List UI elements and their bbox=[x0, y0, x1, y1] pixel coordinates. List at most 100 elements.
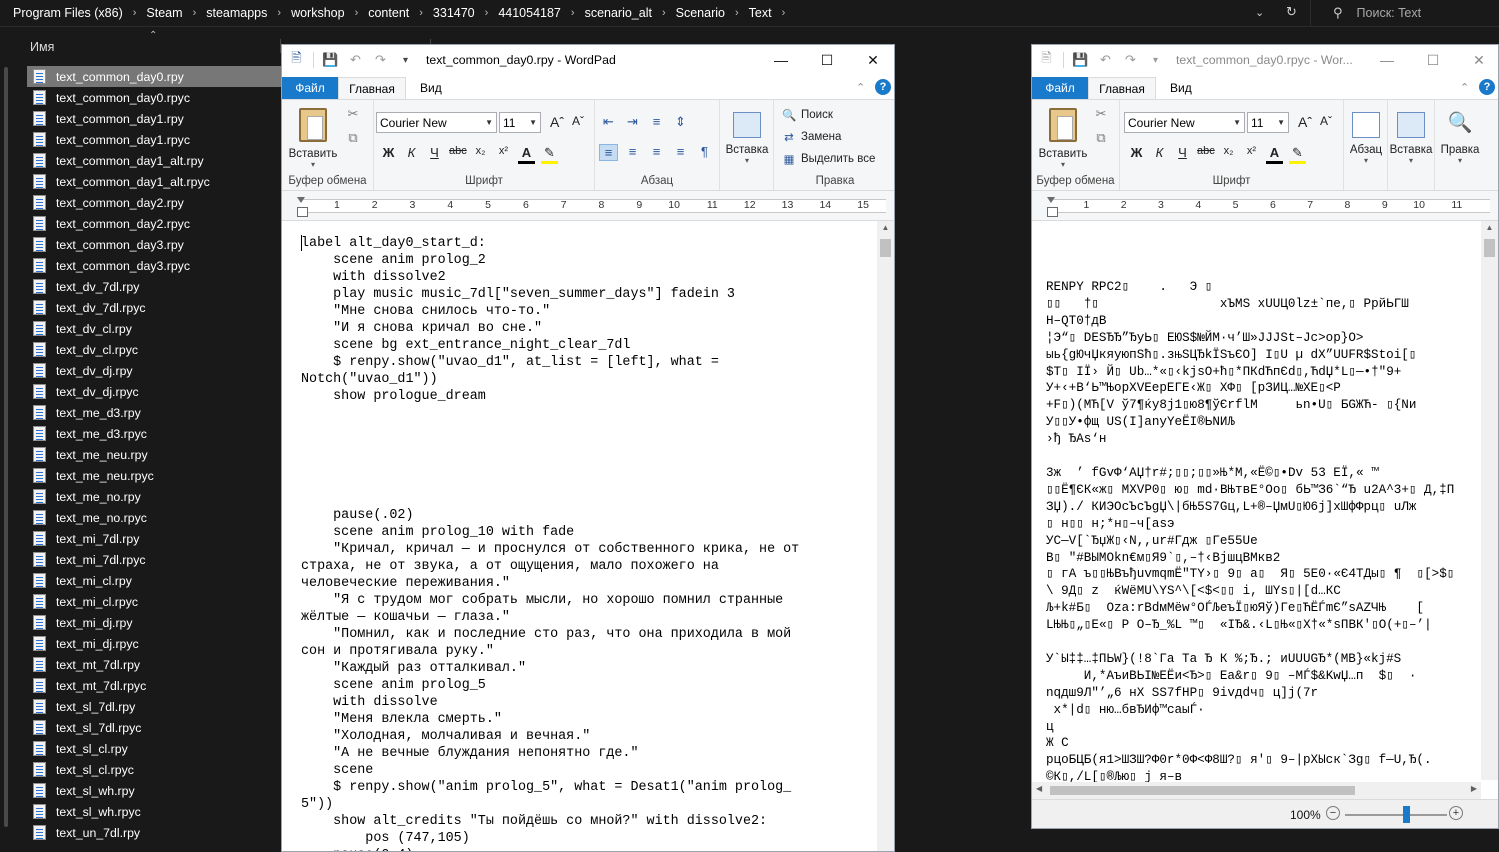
tab-home[interactable]: Главная bbox=[1088, 77, 1156, 100]
bold-button[interactable]: Ж bbox=[1128, 145, 1145, 164]
scroll-thumb[interactable] bbox=[880, 239, 891, 257]
breadcrumb-item[interactable]: steamapps bbox=[202, 6, 271, 20]
paragraph-button[interactable]: Абзац ▾ bbox=[1341, 108, 1391, 165]
file-row[interactable]: text_common_day2.rpy bbox=[27, 192, 287, 213]
breadcrumb-item[interactable]: Program Files (x86) bbox=[9, 6, 127, 20]
file-row[interactable]: text_sl_wh.rpy bbox=[27, 780, 287, 801]
chevron-right-icon[interactable]: › bbox=[349, 7, 365, 19]
select-all-button[interactable]: ▦ Выделить все bbox=[782, 152, 876, 166]
highlight-icon[interactable]: ✎ bbox=[1289, 145, 1306, 164]
file-row[interactable]: text_sl_wh.rpyc bbox=[27, 801, 287, 822]
file-row[interactable]: text_me_neu.rpy bbox=[27, 444, 287, 465]
superscript-button[interactable]: x² bbox=[1243, 145, 1260, 164]
paste-dropdown-icon[interactable]: ▾ bbox=[1038, 160, 1088, 169]
bullets-icon[interactable]: ≡ bbox=[647, 114, 666, 130]
grow-font-icon[interactable]: Aˆ bbox=[548, 114, 566, 132]
collapse-ribbon-icon[interactable]: ⌃ bbox=[856, 81, 865, 94]
tab-file[interactable]: Файл bbox=[282, 77, 338, 99]
breadcrumb-item[interactable]: Text bbox=[745, 6, 776, 20]
vertical-scrollbar[interactable]: ▲ bbox=[877, 221, 894, 851]
find-button[interactable]: 🔍 Поиск bbox=[782, 108, 833, 122]
font-color-icon[interactable]: A bbox=[1266, 145, 1283, 164]
collapse-ribbon-icon[interactable]: ⌃ bbox=[1460, 81, 1469, 94]
file-row[interactable]: text_common_day1.rpy bbox=[27, 108, 287, 129]
file-row[interactable]: text_mi_dj.rpy bbox=[27, 612, 287, 633]
ruler[interactable]: 1 2 3 4 5 6 7 8 9 10 11 bbox=[1032, 191, 1498, 221]
breadcrumb-item[interactable]: 331470 bbox=[429, 6, 479, 20]
redo-icon[interactable]: ↷ bbox=[1122, 52, 1139, 68]
scroll-thumb[interactable] bbox=[1484, 239, 1495, 257]
insert-dropdown-icon[interactable]: ▾ bbox=[1386, 156, 1436, 165]
grow-font-icon[interactable]: Aˆ bbox=[1296, 114, 1314, 132]
save-icon[interactable]: 💾 bbox=[322, 52, 339, 68]
scroll-up-icon[interactable]: ▲ bbox=[1481, 223, 1498, 232]
shrink-font-icon[interactable]: Aˇ bbox=[569, 114, 587, 132]
customize-toolbar-icon[interactable]: ▾ bbox=[1147, 55, 1164, 66]
file-row[interactable]: text_common_day1_alt.rpy bbox=[27, 150, 287, 171]
file-row[interactable]: text_common_day3.rpyc bbox=[27, 255, 287, 276]
zoom-in-button[interactable]: + bbox=[1449, 806, 1463, 820]
file-row[interactable]: text_me_neu.rpyc bbox=[27, 465, 287, 486]
bold-button[interactable]: Ж bbox=[380, 145, 397, 164]
zoom-slider-thumb[interactable] bbox=[1403, 806, 1411, 823]
insert-button[interactable]: Вставка ▾ bbox=[1386, 108, 1436, 165]
document-area[interactable]: label alt_day0_start_d: scene anim prolo… bbox=[282, 221, 894, 851]
zoom-out-button[interactable]: − bbox=[1326, 806, 1340, 820]
file-row[interactable]: text_me_no.rpy bbox=[27, 486, 287, 507]
italic-button[interactable]: К bbox=[1151, 145, 1168, 164]
align-left-icon[interactable]: ≡ bbox=[599, 144, 618, 161]
tab-file[interactable]: Файл bbox=[1032, 77, 1088, 99]
vertical-scrollbar[interactable]: ▲ bbox=[1481, 221, 1498, 780]
cut-icon[interactable]: ✂ bbox=[344, 106, 362, 124]
ruler[interactable]: 1 2 3 4 5 6 7 8 9 10 11 12 13 14 15 bbox=[282, 191, 894, 221]
file-row[interactable]: text_common_day1_alt.rpyc bbox=[27, 171, 287, 192]
search-box[interactable]: ⚲ Поиск: Text bbox=[1321, 0, 1499, 26]
italic-button[interactable]: К bbox=[403, 145, 420, 164]
edit-button[interactable]: 🔍 Правка ▾ bbox=[1435, 108, 1485, 165]
highlight-icon[interactable]: ✎ bbox=[541, 145, 558, 164]
increase-indent-icon[interactable]: ⇥ bbox=[623, 114, 642, 130]
document-text[interactable]: label alt_day0_start_d: scene anim prolo… bbox=[301, 235, 799, 851]
file-row[interactable]: text_sl_cl.rpy bbox=[27, 738, 287, 759]
file-row[interactable]: text_common_day3.rpy bbox=[27, 234, 287, 255]
file-row[interactable]: text_mi_cl.rpyc bbox=[27, 591, 287, 612]
file-row[interactable]: text_common_day1.rpyc bbox=[27, 129, 287, 150]
chevron-right-icon[interactable]: › bbox=[413, 7, 429, 19]
file-row[interactable]: text_mi_7dl.rpy bbox=[27, 528, 287, 549]
chevron-right-icon[interactable]: › bbox=[271, 7, 287, 19]
justify-icon[interactable]: ≡ bbox=[671, 144, 690, 161]
paste-button[interactable]: Вставить ▾ bbox=[1038, 104, 1088, 169]
breadcrumb-item[interactable]: scenario_alt bbox=[581, 6, 656, 20]
paste-button[interactable]: Вставить ▾ bbox=[288, 104, 338, 169]
breadcrumb-item[interactable]: Steam bbox=[142, 6, 186, 20]
zoom-slider[interactable] bbox=[1345, 814, 1447, 816]
file-row[interactable]: text_common_day2.rpyc bbox=[27, 213, 287, 234]
close-button[interactable]: ✕ bbox=[850, 45, 894, 75]
customize-toolbar-icon[interactable]: ▾ bbox=[397, 55, 414, 66]
document-area[interactable]: RENPY RPC2▯ . Э ▯ ▯▯ †▯ xЪMS xUUЦ0lz±`пе… bbox=[1032, 221, 1498, 782]
file-row[interactable]: text_dv_cl.rpy bbox=[27, 318, 287, 339]
file-row[interactable]: text_common_day0.rpy bbox=[27, 66, 287, 87]
chevron-right-icon[interactable]: › bbox=[187, 7, 203, 19]
strikethrough-button[interactable]: abc bbox=[449, 145, 467, 164]
cut-icon[interactable]: ✂ bbox=[1092, 106, 1110, 124]
close-button[interactable]: ✕ bbox=[1456, 45, 1498, 75]
tab-view[interactable]: Вид bbox=[1170, 81, 1192, 95]
undo-icon[interactable]: ↶ bbox=[1097, 52, 1114, 68]
redo-icon[interactable]: ↷ bbox=[372, 52, 389, 68]
file-row[interactable]: text_mi_cl.rpy bbox=[27, 570, 287, 591]
file-row[interactable]: text_sl_cl.rpyc bbox=[27, 759, 287, 780]
document-text[interactable]: RENPY RPC2▯ . Э ▯ ▯▯ †▯ xЪMS xUUЦ0lz±`пе… bbox=[1046, 279, 1454, 782]
replace-button[interactable]: ⇄ Замена bbox=[782, 130, 841, 144]
paste-dropdown-icon[interactable]: ▾ bbox=[288, 160, 338, 169]
breadcrumb-item[interactable]: content bbox=[364, 6, 413, 20]
font-size-select[interactable]: 11 ▼ bbox=[1247, 112, 1289, 133]
breadcrumb-item[interactable]: workshop bbox=[287, 6, 349, 20]
edit-dropdown-icon[interactable]: ▾ bbox=[1435, 156, 1485, 165]
insert-button[interactable]: Вставка ▾ bbox=[722, 108, 772, 165]
file-row[interactable]: text_mt_7dl.rpy bbox=[27, 654, 287, 675]
subscript-button[interactable]: x₂ bbox=[1220, 145, 1237, 164]
file-row[interactable]: text_mi_7dl.rpyc bbox=[27, 549, 287, 570]
column-header-name[interactable]: Имя bbox=[30, 40, 54, 54]
line-spacing-icon[interactable]: ⇕ bbox=[671, 114, 690, 130]
